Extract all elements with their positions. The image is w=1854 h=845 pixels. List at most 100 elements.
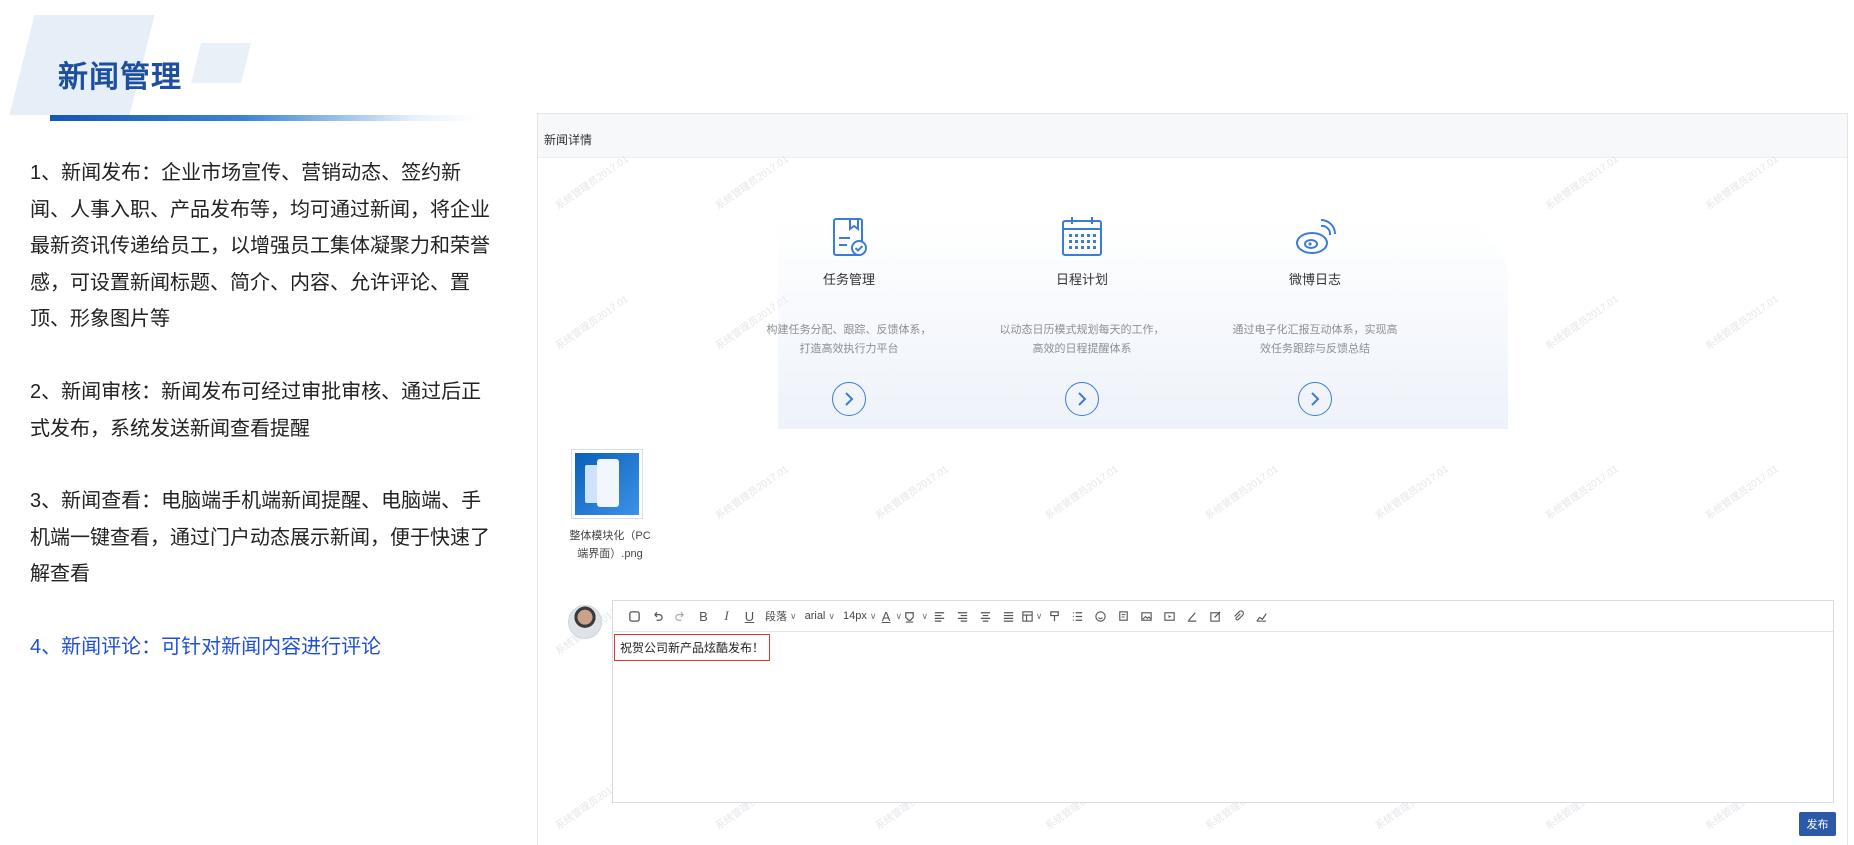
chart-icon <box>1256 612 1267 622</box>
description-review: 2、新闻审核：新闻发布可经过审批审核、通过后正式发布，系统发送新闻查看提醒 <box>30 381 482 440</box>
align-left-button[interactable] <box>928 606 951 626</box>
feature-arrow-button[interactable] <box>1065 382 1099 416</box>
feature-desc-line: 高效的日程提醒体系 <box>1032 343 1132 355</box>
feature-desc-line: 以动态日历模式规划每天的工作， <box>999 324 1165 336</box>
justify-icon <box>1003 611 1014 622</box>
chevron-down-icon: ∨ <box>921 610 929 621</box>
chevron-down-icon: ∨ <box>828 610 835 621</box>
font-color-icon: A <box>881 608 891 624</box>
panel-title: 新闻详情 <box>544 133 593 147</box>
feature-weibo: 微博日志 通过电子化汇报互动体系，实现高 效任务跟踪与反馈总结 <box>1220 214 1410 416</box>
title-decoration-small <box>191 43 251 83</box>
chevron-right-icon <box>845 392 854 406</box>
watermark: 系统管理员2017.01 <box>1203 463 1281 523</box>
font-size-select[interactable]: 14px ∨ <box>839 606 880 626</box>
feature-desc: 构建任务分配、跟踪、反馈体系， 打造高效执行力平台 <box>754 321 944 359</box>
italic-button[interactable]: I <box>715 606 738 626</box>
feature-desc-line: 构建任务分配、跟踪、反馈体系， <box>766 324 932 336</box>
feature-desc-line: 打造高效执行力平台 <box>799 343 899 355</box>
watermark: 系统管理员2017.01 <box>1703 293 1781 353</box>
quote-button[interactable] <box>1112 606 1135 626</box>
feature-name: 微博日志 <box>1288 272 1341 287</box>
justify-button[interactable] <box>997 606 1020 626</box>
highlight-icon <box>905 611 915 623</box>
publish-button[interactable]: 发布 <box>1799 812 1836 836</box>
attachment-image <box>575 453 639 515</box>
underline-button[interactable]: U <box>738 606 761 626</box>
task-icon <box>833 218 867 256</box>
feature-task: 任务管理 构建任务分配、跟踪、反馈体系， 打造高效执行力平台 <box>754 214 944 416</box>
list-button[interactable] <box>1066 606 1089 626</box>
watermark: 系统管理员2017.01 <box>1703 153 1781 213</box>
eraser-icon <box>1187 611 1197 622</box>
chart-button[interactable] <box>1250 606 1273 626</box>
list-icon <box>1072 611 1083 621</box>
comment-editor[interactable]: B I U 段落 ∨ arial ∨ 14px ∨ A ∨ ∨ ∨ 祝贺公司新产品炫酷发… <box>612 600 1834 803</box>
redo-icon <box>675 611 684 621</box>
feature-arrow-button[interactable] <box>832 382 866 416</box>
description-view: 3、新闻查看：电脑端手机端新闻提醒、电脑端、手机端一键查看，通过门户动态展示新闻… <box>30 490 490 585</box>
align-right-button[interactable] <box>951 606 974 626</box>
attachment-button[interactable] <box>1227 606 1250 626</box>
image-phone-front <box>597 459 619 507</box>
video-button[interactable] <box>1158 606 1181 626</box>
emoji-button[interactable] <box>1089 606 1112 626</box>
redo-button[interactable] <box>669 606 692 626</box>
watermark: 系统管理员2017.01 <box>1703 463 1781 523</box>
font-select[interactable]: arial ∨ <box>801 606 839 626</box>
source-icon <box>629 610 640 622</box>
description-publish: 1、新闻发布：企业市场宣传、营销动态、签约新闻、人事入职、产品发布等，均可通过新… <box>30 162 490 330</box>
feature-name: 任务管理 <box>822 272 875 287</box>
align-center-button[interactable] <box>974 606 997 626</box>
page-title: 新闻管理 <box>58 61 182 94</box>
attachment-filename-line: 整体模块化（PC <box>569 530 651 542</box>
bold-button[interactable]: B <box>692 606 715 626</box>
watermark: 系统管理员2017.01 <box>873 463 951 523</box>
feature-arrow-button[interactable] <box>1298 382 1332 416</box>
attachment-thumbnail[interactable] <box>571 449 643 519</box>
table-button[interactable]: ∨ <box>1020 606 1043 626</box>
edit-button[interactable] <box>1204 606 1227 626</box>
watermark: 系统管理员2017.01 <box>1543 153 1621 213</box>
image-button[interactable] <box>1135 606 1158 626</box>
feature-desc: 以动态日历模式规划每天的工作， 高效的日程提醒体系 <box>987 321 1177 359</box>
highlight-button[interactable]: ∨ <box>903 606 928 626</box>
table-icon <box>1022 610 1033 622</box>
chevron-down-icon: ∨ <box>895 610 903 621</box>
clear-format-button[interactable] <box>1181 606 1204 626</box>
feature-desc: 通过电子化汇报互动体系，实现高 效任务跟踪与反馈总结 <box>1220 321 1410 359</box>
watermark: 系统管理员2017.01 <box>1543 463 1621 523</box>
feature-desc-line: 通过电子化汇报互动体系，实现高 <box>1232 324 1398 336</box>
attachment-filename-line: 端界面）.png <box>577 548 643 560</box>
undo-button[interactable] <box>646 606 669 626</box>
chevron-down-icon: ∨ <box>790 610 797 621</box>
italic-icon: I <box>724 608 729 623</box>
format-painter-icon <box>1050 610 1059 621</box>
paragraph-select[interactable]: 段落 ∨ <box>761 606 801 626</box>
format-painter-button[interactable] <box>1043 606 1066 626</box>
panel-header: 新闻详情 <box>538 114 1847 158</box>
weibo-icon <box>1296 219 1336 254</box>
emoji-icon <box>1095 610 1106 622</box>
title-underline <box>50 115 480 121</box>
watermark: 系统管理员2017.01 <box>713 153 791 213</box>
align-center-icon <box>980 611 991 622</box>
attachment-filename[interactable]: 整体模块化（PC 端界面）.png <box>558 527 662 563</box>
chevron-down-icon: ∨ <box>1035 610 1043 621</box>
comment-content[interactable]: 祝贺公司新产品炫酷发布！ <box>614 634 771 661</box>
edit-icon <box>1210 610 1221 622</box>
font-color-button[interactable]: A ∨ <box>880 606 903 626</box>
calendar-icon <box>1062 217 1102 256</box>
description-comment: 4、新闻评论：可针对新闻内容进行评论 <box>30 636 382 658</box>
watermark: 系统管理员2017.01 <box>1543 293 1621 353</box>
image-icon <box>1141 611 1152 621</box>
watermark: 系统管理员2017.01 <box>553 293 631 353</box>
paperclip-icon <box>1234 609 1244 620</box>
source-button[interactable] <box>623 606 646 626</box>
avatar <box>568 605 602 639</box>
watermark: 系统管理员2017.01 <box>553 153 631 213</box>
editor-toolbar: B I U 段落 ∨ arial ∨ 14px ∨ A ∨ ∨ ∨ <box>613 601 1833 632</box>
feature-desc-line: 效任务跟踪与反馈总结 <box>1260 343 1370 355</box>
news-detail-panel: 新闻详情 系统管理员2017.01 系统管理员2017.01 系统管理员2017… <box>537 113 1848 845</box>
watermark: 系统管理员2017.01 <box>713 463 791 523</box>
